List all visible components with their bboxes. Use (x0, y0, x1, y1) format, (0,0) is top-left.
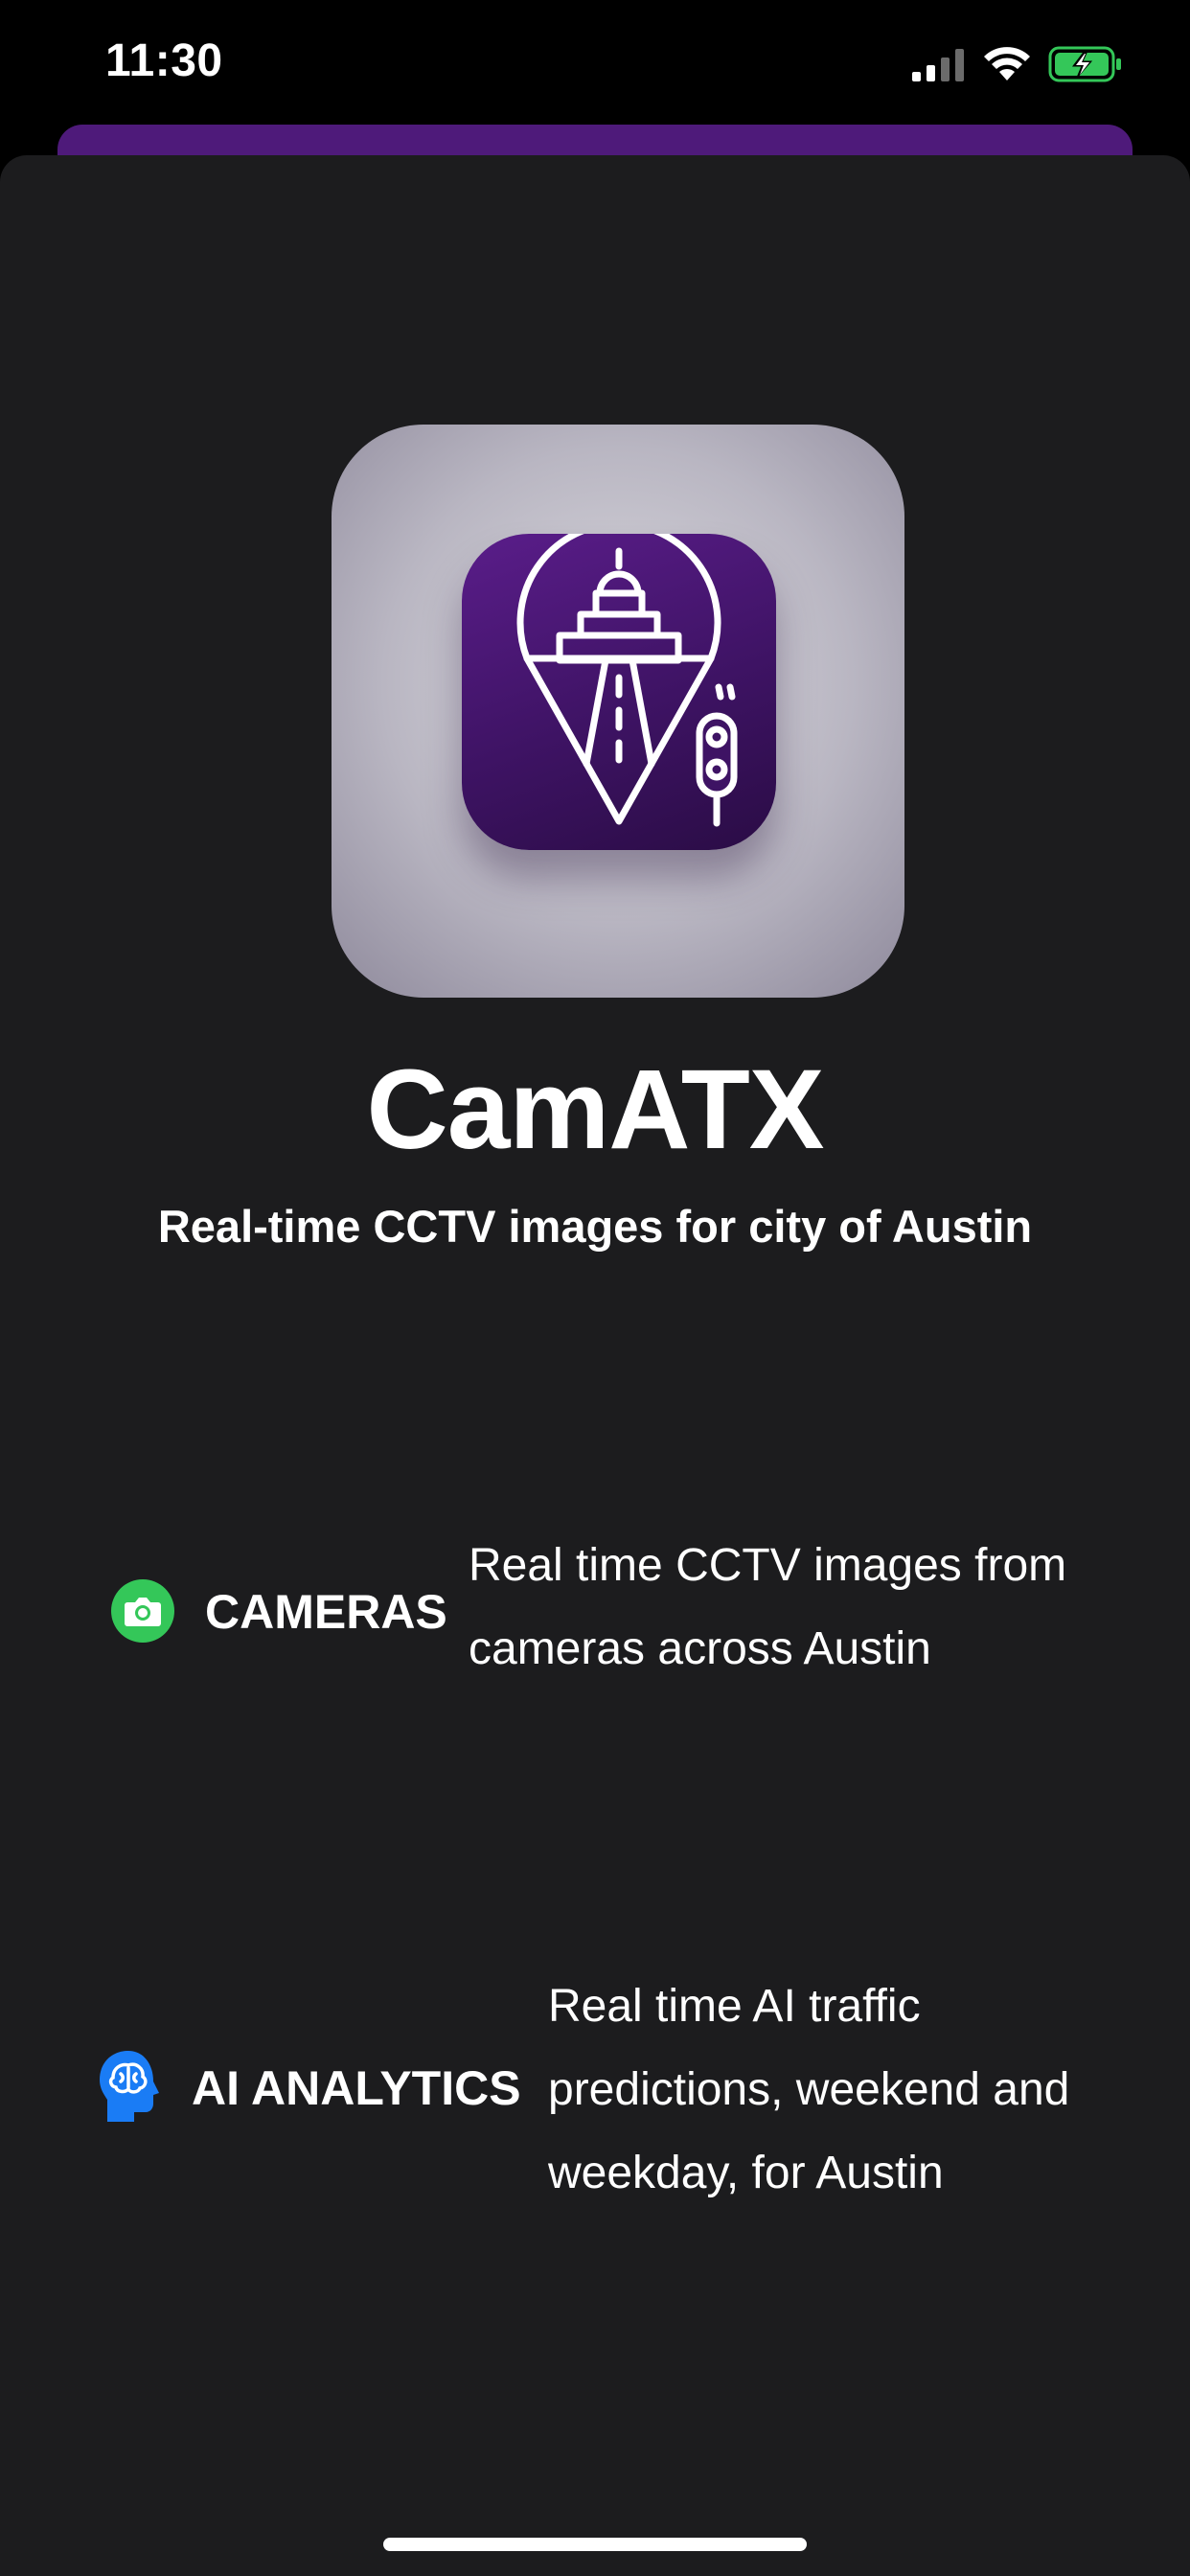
status-icons (912, 42, 1123, 86)
feature-cameras: CAMERAS Real time CCTV images from camer… (0, 1524, 1190, 1715)
feature-description-ai-analytics: Real time AI traffic predictions, weeken… (548, 1965, 1161, 2215)
feature-ai-analytics: AI ANALYTICS Real time AI traffic predic… (0, 1965, 1190, 2252)
status-time: 11:30 (105, 35, 223, 86)
wifi-icon (984, 47, 1030, 80)
app-icon-badge (462, 534, 776, 850)
description-line: predictions, weekend and (548, 2064, 1070, 2115)
description-line: Real time AI traffic (548, 1981, 921, 2032)
feature-label-cameras: CAMERAS (205, 1585, 447, 1639)
app-tagline: Real-time CCTV images for city of Austin (157, 1201, 1033, 1252)
feature-description-cameras: Real time CCTV images from cameras acros… (469, 1524, 1139, 1690)
feature-label-ai-analytics: AI ANALYTICS (192, 2061, 521, 2115)
signal-icon (912, 49, 964, 81)
description-line: cameras across Austin (469, 1623, 931, 1674)
brain-head-icon (96, 2049, 163, 2124)
battery-charging-icon (1048, 46, 1121, 82)
home-indicator[interactable] (383, 2538, 807, 2551)
camera-icon (111, 1579, 174, 1643)
description-line: weekday, for Austin (548, 2148, 944, 2198)
app-title: CamATX (366, 1046, 824, 1173)
description-line: Real time CCTV images from (469, 1540, 1067, 1591)
camatx-app-icon (332, 425, 904, 998)
status-bar: 11:30 (0, 0, 1190, 125)
pin-capitol-icon (516, 534, 738, 827)
